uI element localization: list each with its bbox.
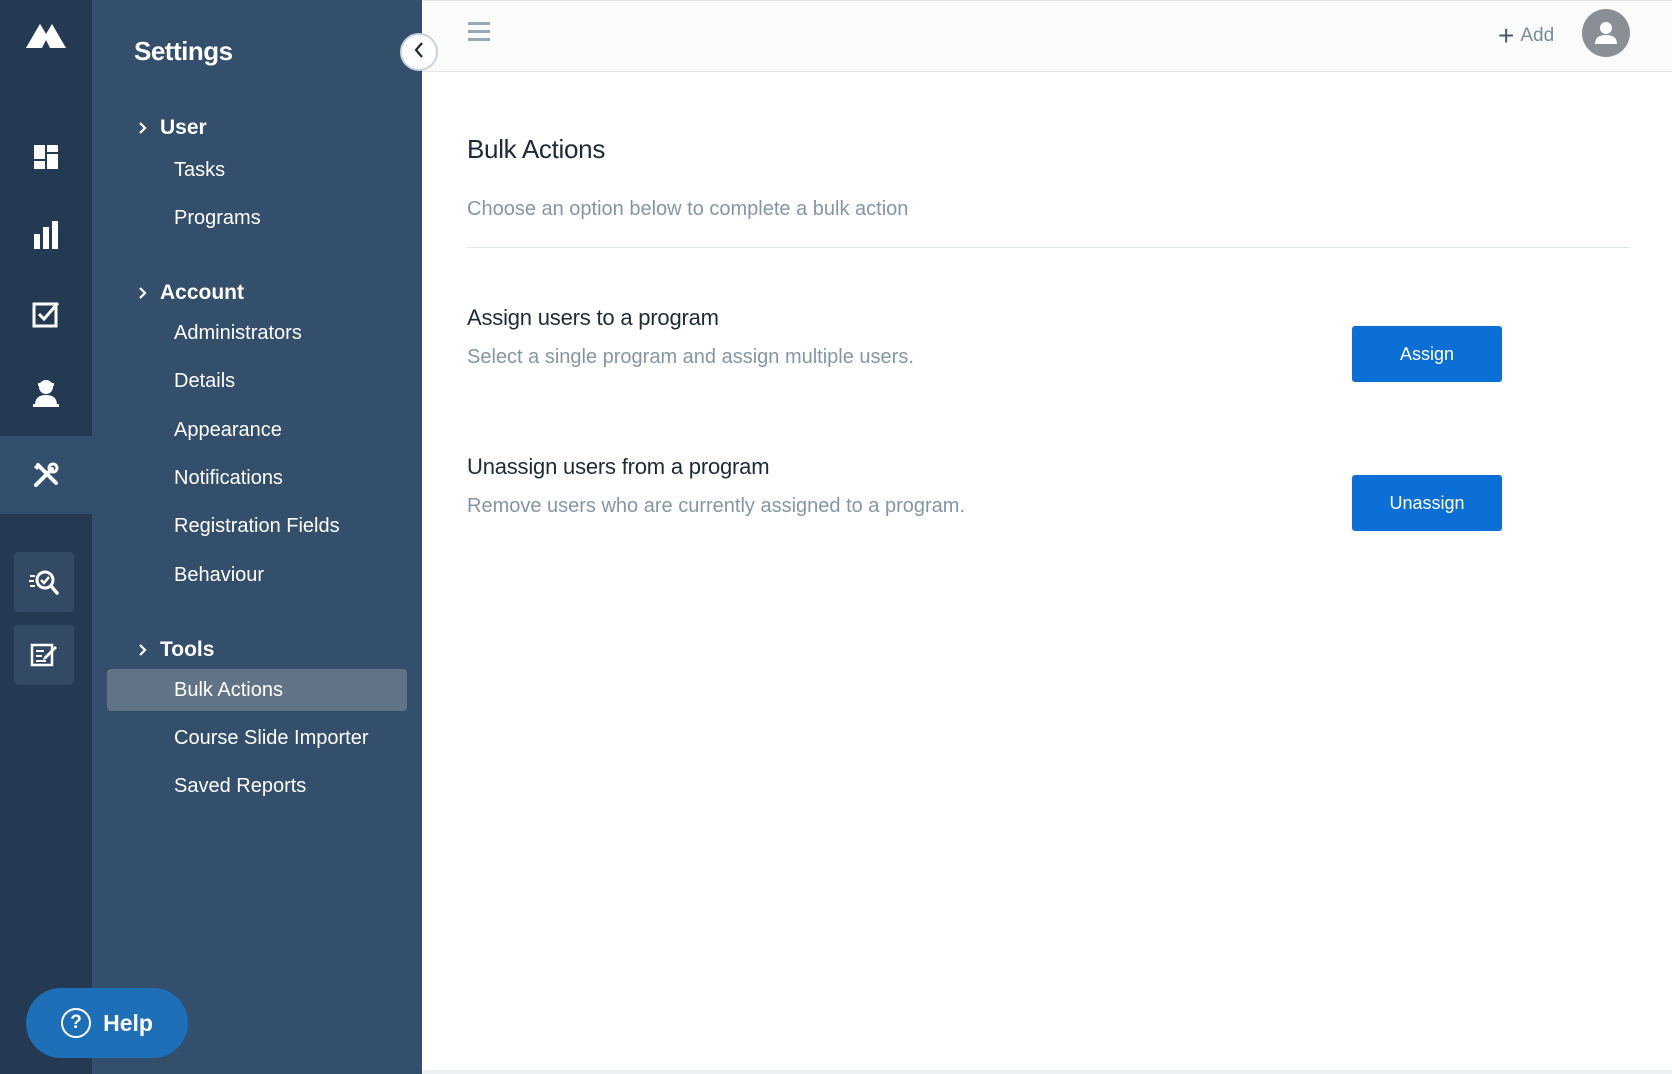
unassign-button[interactable]: Unassign: [1352, 475, 1502, 531]
nav-group-label: Account: [160, 281, 244, 304]
action-description: Remove users who are currently assigned …: [467, 495, 966, 517]
help-label: Help: [103, 1009, 153, 1036]
action-title: Assign users to a program: [467, 305, 719, 330]
search-check-icon[interactable]: [14, 552, 74, 612]
nav-group-label: Tools: [160, 638, 215, 661]
sidebar-item-programs[interactable]: Programs: [107, 197, 407, 239]
reports-icon[interactable]: [0, 196, 92, 274]
help-button[interactable]: ? Help: [26, 988, 188, 1058]
avatar[interactable]: [1582, 9, 1630, 57]
chevron-right-icon: [134, 643, 152, 657]
edit-note-icon[interactable]: [14, 625, 74, 685]
icon-rail: [0, 0, 92, 1074]
bottom-strip: [422, 1070, 1672, 1074]
user-icon: [1595, 22, 1617, 44]
settings-panel: Settings User Tasks Programs Account Adm…: [92, 0, 422, 1074]
plus-icon: +: [1498, 20, 1515, 51]
sidebar-item-registration-fields[interactable]: Registration Fields: [107, 505, 407, 547]
sidebar-item-bulk-actions[interactable]: Bulk Actions: [107, 669, 407, 711]
sidebar-item-label: Details: [174, 369, 236, 392]
tools-icon[interactable]: [0, 436, 92, 514]
page-subtitle: Choose an option below to complete a bul…: [467, 198, 909, 220]
nav-group-account[interactable]: Account: [134, 281, 244, 305]
add-label: Add: [1520, 25, 1555, 46]
nav-group-user[interactable]: User: [134, 116, 207, 140]
users-icon[interactable]: [0, 354, 92, 432]
help-icon: ?: [61, 1008, 92, 1038]
chevron-right-icon: [134, 286, 152, 300]
nav-group-tools[interactable]: Tools: [134, 638, 214, 662]
top-bar: + Add: [422, 0, 1672, 72]
action-description: Select a single program and assign multi…: [467, 346, 914, 368]
page-title: Bulk Actions: [467, 134, 606, 164]
sidebar-item-label: Bulk Actions: [174, 678, 283, 701]
sidebar-item-label: Registration Fields: [174, 514, 340, 537]
sidebar-item-label: Notifications: [174, 466, 283, 489]
collapse-sidebar-button[interactable]: [400, 33, 438, 71]
main-content: Bulk Actions Choose an option below to c…: [422, 72, 1672, 1074]
add-button[interactable]: + Add: [1498, 21, 1554, 51]
action-title: Unassign users from a program: [467, 454, 770, 479]
sidebar-item-label: Behaviour: [174, 563, 265, 586]
dashboard-icon[interactable]: [0, 118, 92, 196]
logo-icon[interactable]: [22, 18, 70, 52]
sidebar-item-appearance[interactable]: Appearance: [107, 409, 407, 451]
sidebar-item-saved-reports[interactable]: Saved Reports: [107, 765, 407, 807]
chevron-left-icon: [413, 41, 425, 64]
sidebar-item-label: Course Slide Importer: [174, 726, 369, 749]
hamburger-menu-icon[interactable]: [466, 19, 492, 45]
sidebar-item-tasks[interactable]: Tasks: [107, 149, 407, 191]
sidebar-item-administrators[interactable]: Administrators: [107, 312, 407, 354]
divider: [467, 247, 1630, 248]
sidebar-item-label: Programs: [174, 206, 261, 229]
nav-group-label: User: [160, 116, 207, 139]
tasks-icon[interactable]: [0, 275, 92, 353]
sidebar-item-behaviour[interactable]: Behaviour: [107, 554, 407, 596]
sidebar-item-label: Appearance: [174, 418, 282, 441]
sidebar-item-course-slide-importer[interactable]: Course Slide Importer: [107, 717, 407, 759]
chevron-right-icon: [134, 121, 152, 135]
sidebar-item-label: Tasks: [174, 158, 226, 181]
assign-button[interactable]: Assign: [1352, 326, 1502, 382]
settings-title: Settings: [134, 36, 233, 66]
sidebar-item-label: Saved Reports: [174, 774, 307, 797]
sidebar-item-notifications[interactable]: Notifications: [107, 457, 407, 499]
sidebar-item-details[interactable]: Details: [107, 360, 407, 402]
sidebar-item-label: Administrators: [174, 321, 302, 344]
